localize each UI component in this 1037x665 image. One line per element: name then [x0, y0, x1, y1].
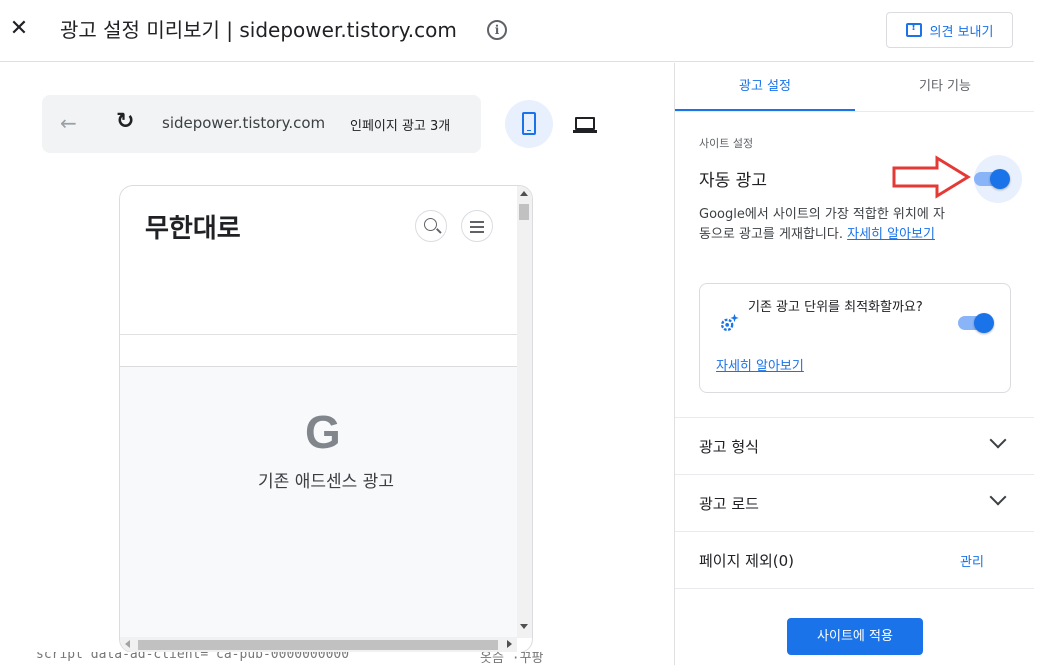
optimize-question: 기존 광고 단위를 최적화할까요? — [748, 300, 923, 315]
preview-area: ← ↻ sidepower.tistory.com 인페이지 광고 3개 무한대… — [0, 63, 674, 665]
page-exclusions-label: 페이지 제외(0) — [699, 552, 795, 570]
background-code-text: script data-ad-client="ca-pub-0000000000 — [36, 652, 350, 662]
back-arrow-icon[interactable]: ← — [60, 111, 77, 135]
close-icon[interactable]: ✕ — [8, 18, 30, 40]
smartphone-icon — [522, 112, 536, 135]
device-mobile-button[interactable] — [505, 100, 553, 148]
scroll-up-icon[interactable] — [520, 191, 528, 196]
in-page-ad-count: 인페이지 광고 3개 — [350, 119, 451, 134]
ad-formats-label: 광고 형식 — [699, 438, 759, 456]
section-label-site-settings: 사이트 설정 — [699, 137, 754, 150]
background-page-text: script data-ad-client="ca-pub-0000000000… — [0, 652, 674, 665]
existing-adsense-ad: G 기존 애드센스 광고 — [120, 367, 518, 637]
mobile-preview-frame: 무한대로 G 기존 애드센스 광고 — [119, 185, 533, 653]
horizontal-scrollbar[interactable] — [120, 637, 517, 652]
laptop-icon — [575, 117, 595, 130]
ad-load-row[interactable]: 광고 로드 — [675, 474, 1035, 531]
scroll-down-icon[interactable] — [520, 624, 528, 629]
optimize-units-toggle[interactable] — [958, 311, 996, 335]
preview-url: sidepower.tistory.com — [162, 114, 326, 132]
search-icon[interactable] — [415, 210, 447, 242]
send-feedback-button[interactable]: 의견 보내기 — [886, 12, 1013, 48]
page-exclusions-row: 페이지 제외(0) 관리 — [675, 531, 1035, 588]
auto-ads-title: 자동 광고 — [699, 171, 767, 191]
scroll-right-icon[interactable] — [507, 640, 512, 648]
auto-ads-learn-more-link[interactable]: 자세히 알아보기 — [847, 227, 935, 242]
info-icon[interactable]: i — [487, 20, 507, 40]
site-title: 무한대로 — [145, 214, 241, 244]
laptop-base — [573, 130, 597, 133]
tab-ad-settings[interactable]: 광고 설정 — [675, 63, 855, 111]
ad-formats-row[interactable]: 광고 형식 — [675, 417, 1035, 474]
optimize-existing-units-card: 기존 광고 단위를 최적화할까요? 자세히 알아보기 — [699, 283, 1011, 393]
top-bar: ✕ 광고 설정 미리보기 | sidepower.tistory.com i 의… — [0, 0, 1037, 62]
chevron-down-icon — [989, 488, 1007, 506]
menu-line — [470, 231, 484, 233]
apply-to-site-button[interactable]: 사이트에 적용 — [787, 618, 923, 655]
divider — [120, 334, 518, 335]
menu-line — [470, 226, 484, 228]
send-feedback-label: 의견 보내기 — [929, 24, 994, 40]
menu-line — [470, 221, 484, 223]
divider — [675, 588, 1035, 589]
optimize-learn-more-link[interactable]: 자세히 알아보기 — [716, 355, 804, 374]
auto-ads-toggle[interactable] — [974, 155, 1022, 203]
preview-url-bar: ← ↻ sidepower.tistory.com 인페이지 광고 3개 — [42, 95, 481, 153]
existing-ad-label: 기존 애드센스 광고 — [258, 472, 394, 492]
reload-icon[interactable]: ↻ — [116, 109, 134, 134]
page-title: 광고 설정 미리보기 | sidepower.tistory.com — [60, 18, 457, 42]
auto-ads-description: Google에서 사이트의 가장 적합한 위치에 자동으로 광고를 게재합니다.… — [699, 205, 949, 245]
horizontal-scroll-thumb[interactable] — [138, 640, 498, 650]
manage-exclusions-link[interactable]: 관리 — [960, 551, 984, 570]
tab-other-features[interactable]: 기타 기능 — [855, 63, 1035, 111]
feedback-icon — [905, 22, 922, 37]
vertical-scrollbar[interactable] — [517, 186, 532, 638]
vertical-scroll-thumb[interactable] — [519, 204, 529, 220]
settings-panel: 광고 설정 기타 기능 사이트 설정 자동 광고 Google에서 사이트의 가… — [674, 63, 1035, 665]
toggle-knob — [974, 313, 994, 333]
settings-sparkle-icon — [720, 313, 739, 332]
red-arrow-annotation-icon — [892, 155, 971, 199]
menu-icon[interactable] — [461, 210, 493, 242]
tabs-divider — [675, 111, 1035, 112]
background-page-snippet: 옷슴 ·꾸팡 — [480, 652, 544, 665]
toggle-knob — [990, 169, 1010, 189]
scroll-left-icon[interactable] — [125, 640, 130, 648]
google-g-icon: G — [305, 406, 341, 458]
ad-load-label: 광고 로드 — [699, 495, 759, 513]
device-desktop-button[interactable] — [564, 100, 612, 148]
chevron-down-icon — [989, 431, 1007, 449]
